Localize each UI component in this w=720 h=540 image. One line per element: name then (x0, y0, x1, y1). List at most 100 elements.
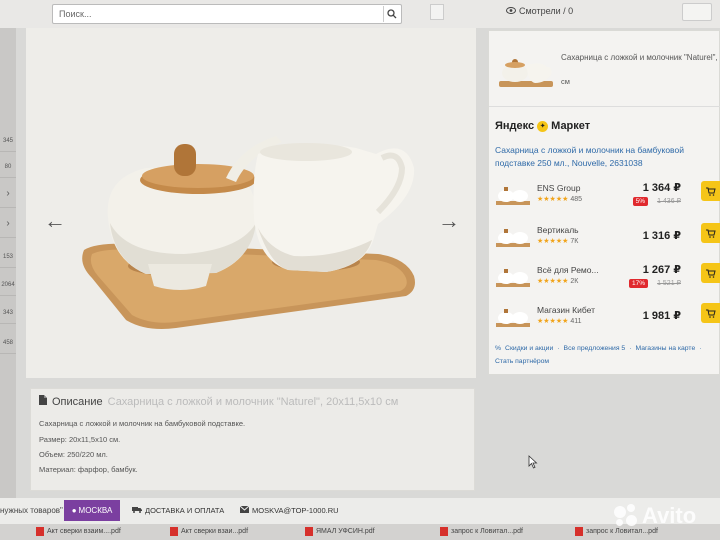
market-product-title[interactable]: Сахарница с ложкой и молочник "Naturel",… (561, 53, 720, 62)
separator: · (629, 345, 632, 352)
delivery-link[interactable]: ДОСТАВКА И ОПЛАТА (132, 506, 224, 515)
cart-icon[interactable] (701, 303, 720, 323)
description-line: Сахарница с ложкой и молочник на бамбуко… (39, 419, 246, 428)
offer-price: 1 316 ₽ (642, 230, 681, 242)
offer-old-price: 1 436 ₽ (657, 198, 681, 205)
top-toggle[interactable] (430, 4, 444, 20)
product-thumbnail[interactable] (497, 53, 555, 91)
cart-icon[interactable] (701, 223, 720, 243)
viewed-label: Смотрели / 0 (519, 6, 574, 16)
divider (489, 106, 720, 107)
link-discounts[interactable]: Скидки и акции (505, 345, 553, 352)
envelope-icon (239, 505, 250, 515)
offer-rating: ★★★★★ 411 (537, 318, 582, 325)
city-label: МОСКВА (78, 506, 113, 515)
offer-row[interactable]: Магазин Кибет ★★★★★ 411 1 981 ₽ (489, 303, 720, 341)
offer-price: 1 364 ₽ (642, 182, 681, 194)
offer-thumbnail (496, 229, 530, 247)
left-strip-value: 153 (0, 248, 16, 268)
bottom-bar: нужных товаров" ● МОСКВА ДОСТАВКА И ОПЛА… (0, 498, 720, 524)
offer-rating: ★★★★★ 485 (537, 196, 583, 203)
market-card: Сахарница с ложкой и молочник "Naturel",… (488, 30, 720, 375)
email-link[interactable]: MOSKVA@TOP-1000.RU (239, 505, 339, 515)
offer-discount: 5% (632, 197, 648, 206)
description-heading: Описание Сахарница с ложкой и молочник "… (39, 395, 398, 408)
download-item[interactable]: Акт сверки взаи...pdf (170, 527, 248, 536)
downloads-bar: Акт сверки взаим....pdf Акт сверки взаи.… (0, 524, 720, 540)
description-line: Материал: фарфор, бамбук. (39, 465, 138, 474)
market-logo-icon: ✦ (537, 120, 549, 132)
offer-row[interactable]: ENS Group ★★★★★ 485 1 364 ₽ 5% 1 436 ₽ (489, 181, 720, 219)
offer-row[interactable]: Всё для Ремо... ★★★★★ 2К 1 267 ₽ 17% 1 5… (489, 263, 720, 301)
product-image (82, 136, 415, 329)
offer-rating: ★★★★★ 7К (537, 238, 579, 245)
left-strip-value: 345 (0, 132, 16, 152)
offer-price: 1 267 ₽ (642, 264, 681, 276)
brand-name-2: Маркет (551, 120, 591, 132)
description-line: Объем: 250/220 мл. (39, 450, 108, 459)
yandex-market-logo[interactable]: Яндекс ✦ Маркет (495, 120, 590, 132)
location-pin-icon: ● (71, 506, 77, 515)
delivery-label: ДОСТАВКА И ОПЛАТА (145, 506, 225, 515)
left-strip: 345 80 › › 153 2064 343 458 (0, 28, 16, 498)
offer-old-price: 1 521 ₽ (657, 280, 681, 287)
left-strip-value: 2064 (0, 276, 16, 296)
link-become-partner[interactable]: Стать партнёром (495, 358, 549, 365)
email-label: MOSKVA@TOP-1000.RU (252, 506, 339, 515)
offer-shop[interactable]: ENS Group (537, 183, 580, 193)
brand-name: Яндекс (495, 120, 535, 132)
pdf-icon (170, 527, 178, 536)
top-bar: Поиск... Смотрели / 0 (0, 0, 720, 28)
offer-shop[interactable]: Вертикаль (537, 225, 579, 235)
watermark-text: Avito (642, 503, 697, 528)
left-strip-value: 80 (0, 158, 16, 178)
separator: · (699, 345, 702, 352)
offer-thumbnail (496, 187, 530, 205)
description-subtitle: Сахарница с ложкой и молочник "Naturel",… (107, 395, 399, 408)
offer-reviews: 411 (570, 318, 582, 325)
offer-reviews: 485 (570, 196, 583, 203)
discount-tag-icon: % (495, 345, 502, 352)
avito-watermark: Avito (614, 503, 696, 529)
link-shops-map[interactable]: Магазины на карте (635, 345, 695, 352)
download-item[interactable]: Акт сверки взаим....pdf (36, 527, 121, 536)
pdf-icon (440, 527, 448, 536)
offer-reviews: 2К (570, 278, 579, 285)
market-product-unit: см (561, 77, 570, 86)
offer-thumbnail (496, 269, 530, 287)
search-icon[interactable] (383, 6, 399, 22)
truck-icon (132, 506, 142, 515)
avito-logo-icon (614, 504, 638, 528)
description-panel: Описание Сахарница с ложкой и молочник "… (30, 388, 475, 491)
pdf-icon (36, 527, 44, 536)
cart-icon[interactable] (701, 181, 720, 201)
left-strip-value: 343 (0, 304, 16, 324)
offer-discount: 17% (628, 279, 648, 288)
search-input[interactable]: Поиск... (52, 4, 402, 24)
offer-price: 1 981 ₽ (642, 310, 681, 322)
download-item[interactable]: ЯМАЛ УФСИН.pdf (305, 527, 375, 536)
offer-reviews: 7К (570, 238, 579, 245)
header-button[interactable] (682, 3, 712, 21)
chevron-right-icon[interactable]: › (0, 183, 16, 208)
viewed-link[interactable]: Смотрели / 0 (506, 6, 573, 16)
offer-shop[interactable]: Всё для Ремо... (537, 265, 599, 275)
description-line: Размер: 20х11,5х10 см. (39, 435, 121, 444)
product-gallery: ← → (26, 28, 476, 378)
needed-products-text: нужных товаров" (0, 506, 63, 515)
document-icon (39, 395, 47, 408)
offer-shop[interactable]: Магазин Кибет (537, 305, 595, 315)
search-placeholder: Поиск... (59, 9, 92, 19)
market-links: % Скидки и акции · Все предложения 5 · М… (495, 345, 701, 352)
download-item[interactable]: запрос к Ловитал...pdf (440, 527, 523, 536)
city-button[interactable]: ● МОСКВА (64, 500, 120, 521)
pdf-icon (305, 527, 313, 536)
description-title: Описание (52, 395, 103, 408)
link-all-offers[interactable]: Все предложения 5 (564, 345, 626, 352)
market-product-link[interactable]: Сахарница с ложкой и молочник на бамбуко… (495, 144, 720, 170)
offer-thumbnail (496, 309, 530, 327)
mouse-cursor-icon (528, 455, 538, 469)
cart-icon[interactable] (701, 263, 720, 283)
chevron-right-icon[interactable]: › (0, 213, 16, 238)
offer-row[interactable]: Вертикаль ★★★★★ 7К 1 316 ₽ (489, 223, 720, 261)
